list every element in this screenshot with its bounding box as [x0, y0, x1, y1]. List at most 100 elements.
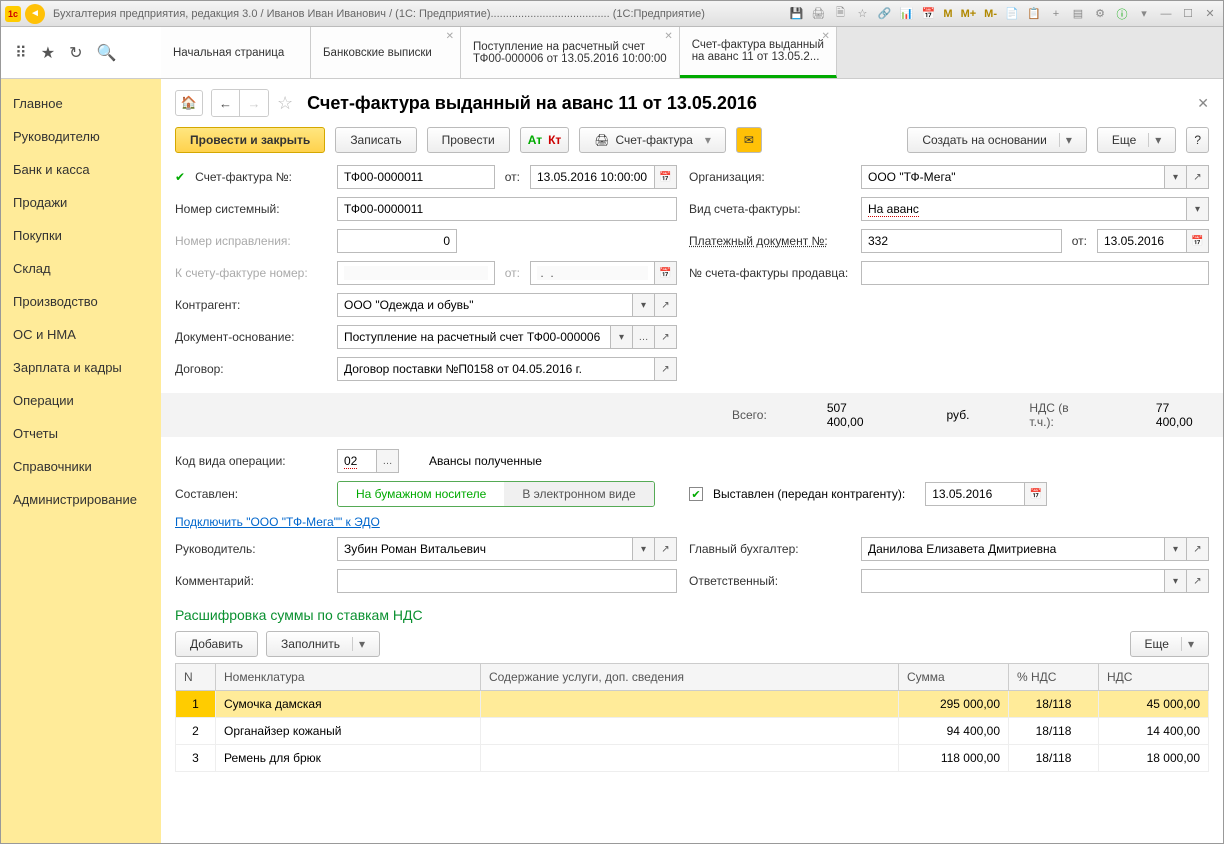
favorite-icon[interactable]: ☆	[277, 93, 293, 114]
dropdown-icon[interactable]: ▾	[611, 325, 633, 349]
close-window-icon[interactable]: ✕	[1201, 5, 1219, 23]
edo-connect-link[interactable]: Подключить "ООО "ТФ-Мега"" к ЭДО	[175, 515, 380, 529]
tab-close-icon[interactable]: ✕	[664, 31, 672, 42]
open-ref-icon[interactable]: ↗	[1187, 569, 1209, 593]
sidebar-item[interactable]: Банк и касса	[1, 153, 161, 186]
nav-back-icon[interactable]: ◄	[25, 4, 45, 24]
sidebar-item[interactable]: Производство	[1, 285, 161, 318]
sidebar-item[interactable]: Справочники	[1, 450, 161, 483]
email-button[interactable]: ✉	[736, 127, 762, 153]
table-more-button[interactable]: Еще	[1130, 631, 1209, 657]
tab[interactable]: Поступление на расчетный счетТФ00-000006…	[461, 27, 680, 78]
m-button[interactable]: M	[941, 8, 954, 20]
tab-close-icon[interactable]: ✕	[821, 31, 829, 42]
tab[interactable]: Начальная страница	[161, 27, 311, 78]
sidebar-item[interactable]: Продажи	[1, 186, 161, 219]
open-ref-icon[interactable]: ↗	[655, 293, 677, 317]
dropdown-icon[interactable]: ▾	[1165, 165, 1187, 189]
sidebar-item[interactable]: Покупки	[1, 219, 161, 252]
apps-icon[interactable]: ⠿	[15, 43, 27, 63]
dtkt-button[interactable]: АтКт	[520, 127, 570, 153]
ellipsis-icon[interactable]: …	[377, 449, 399, 473]
contract-field[interactable]	[344, 362, 648, 376]
basis-document-field[interactable]	[344, 330, 604, 344]
composed-toggle[interactable]: На бумажном носителе В электронном виде	[337, 481, 655, 507]
home-button[interactable]: 🏠	[175, 90, 203, 116]
sidebar-item[interactable]: Администрирование	[1, 483, 161, 516]
responsible-field[interactable]	[868, 574, 1158, 588]
dropdown-icon[interactable]: ▾	[633, 537, 655, 561]
calendar-picker-icon[interactable]: 📅	[655, 165, 677, 189]
close-page-icon[interactable]: ✕	[1197, 95, 1209, 112]
operation-code-field[interactable]: 02	[344, 454, 357, 469]
director-field[interactable]	[344, 542, 626, 556]
more-actions-button[interactable]: Еще	[1097, 127, 1176, 153]
ellipsis-icon[interactable]: …	[633, 325, 655, 349]
m-plus-button[interactable]: M+	[959, 8, 979, 20]
fav-icon[interactable]: ☆	[853, 5, 871, 23]
table-row[interactable]: 3Ремень для брюк118 000,0018/11818 000,0…	[176, 745, 1209, 772]
m-minus-button[interactable]: M-	[982, 8, 999, 20]
search-icon[interactable]: 🔍	[96, 43, 116, 63]
write-button[interactable]: Записать	[335, 127, 416, 153]
open-ref-icon[interactable]: ↗	[655, 537, 677, 561]
tab[interactable]: Счет-фактура выданныйна аванс 11 от 13.0…	[680, 27, 837, 78]
calendar-picker-icon[interactable]: 📅	[1187, 229, 1209, 253]
add-row-button[interactable]: Добавить	[175, 631, 258, 657]
calendar-picker-icon[interactable]: 📅	[1025, 482, 1047, 506]
sidebar-item[interactable]: Операции	[1, 384, 161, 417]
help-button[interactable]: ?	[1186, 127, 1209, 153]
new-icon[interactable]: 📄	[1003, 5, 1021, 23]
invoice-number-field[interactable]	[344, 170, 488, 184]
counterparty-field[interactable]	[344, 298, 626, 312]
sidebar-item[interactable]: ОС и НМА	[1, 318, 161, 351]
history-icon[interactable]: ↻	[69, 43, 82, 63]
post-button[interactable]: Провести	[427, 127, 510, 153]
payment-doc-number-field[interactable]	[868, 234, 1055, 248]
sidebar-item[interactable]: Руководителю	[1, 120, 161, 153]
sidebar-item[interactable]: Отчеты	[1, 417, 161, 450]
open-ref-icon[interactable]: ↗	[1187, 537, 1209, 561]
layout-icon[interactable]: ▤	[1069, 5, 1087, 23]
star-icon[interactable]: ★	[41, 43, 55, 63]
issued-checkbox[interactable]: ✔	[689, 487, 703, 501]
open-ref-icon[interactable]: ↗	[1187, 165, 1209, 189]
table-row[interactable]: 1Сумочка дамская295 000,0018/11845 000,0…	[176, 691, 1209, 718]
dropdown-icon[interactable]: ▾	[633, 293, 655, 317]
dropdown-icon[interactable]: ▾	[1165, 569, 1187, 593]
composed-electronic-option[interactable]: В электронном виде	[504, 482, 653, 506]
table-row[interactable]: 2Органайзер кожаный94 400,0018/11814 400…	[176, 718, 1209, 745]
fill-button[interactable]: Заполнить	[266, 631, 380, 657]
correction-number-field[interactable]	[344, 234, 450, 248]
dropdown-icon[interactable]: ▾	[1187, 197, 1209, 221]
invoice-type-field[interactable]: На аванс	[868, 202, 919, 217]
sidebar-item[interactable]: Главное	[1, 87, 161, 120]
open-ref-icon[interactable]: ↗	[655, 325, 677, 349]
open-ref-icon[interactable]: ↗	[655, 357, 677, 381]
info-icon[interactable]: ⓘ	[1113, 5, 1131, 23]
composed-paper-option[interactable]: На бумажном носителе	[338, 482, 504, 506]
copy-icon[interactable]: 📋	[1025, 5, 1043, 23]
maximize-icon[interactable]: ☐	[1179, 5, 1197, 23]
add-icon[interactable]: +	[1047, 5, 1065, 23]
dropdown-icon[interactable]: ▾	[1165, 537, 1187, 561]
link-icon[interactable]: 🔗	[875, 5, 893, 23]
chief-accountant-field[interactable]	[868, 542, 1158, 556]
comment-field[interactable]	[344, 574, 670, 588]
calendar-icon[interactable]: 📅	[919, 5, 937, 23]
sidebar-item[interactable]: Склад	[1, 252, 161, 285]
tab-close-icon[interactable]: ✕	[446, 31, 454, 42]
minimize-icon[interactable]: —	[1157, 5, 1175, 23]
system-number-field[interactable]	[344, 202, 670, 216]
calc-icon[interactable]: 📊	[897, 5, 915, 23]
save-icon[interactable]: 💾	[787, 5, 805, 23]
sidebar-item[interactable]: Зарплата и кадры	[1, 351, 161, 384]
preview-icon[interactable]: 🗎	[831, 5, 849, 23]
post-and-close-button[interactable]: Провести и закрыть	[175, 127, 325, 153]
print-invoice-button[interactable]: 🖨Счет-фактура▾	[579, 127, 726, 153]
issued-date-field[interactable]	[932, 487, 1018, 501]
forward-button[interactable]: →	[240, 90, 268, 116]
dropdown-icon[interactable]: ▾	[1135, 5, 1153, 23]
seller-invoice-number-field[interactable]	[868, 266, 1202, 280]
print-icon[interactable]: 🖨	[809, 5, 827, 23]
